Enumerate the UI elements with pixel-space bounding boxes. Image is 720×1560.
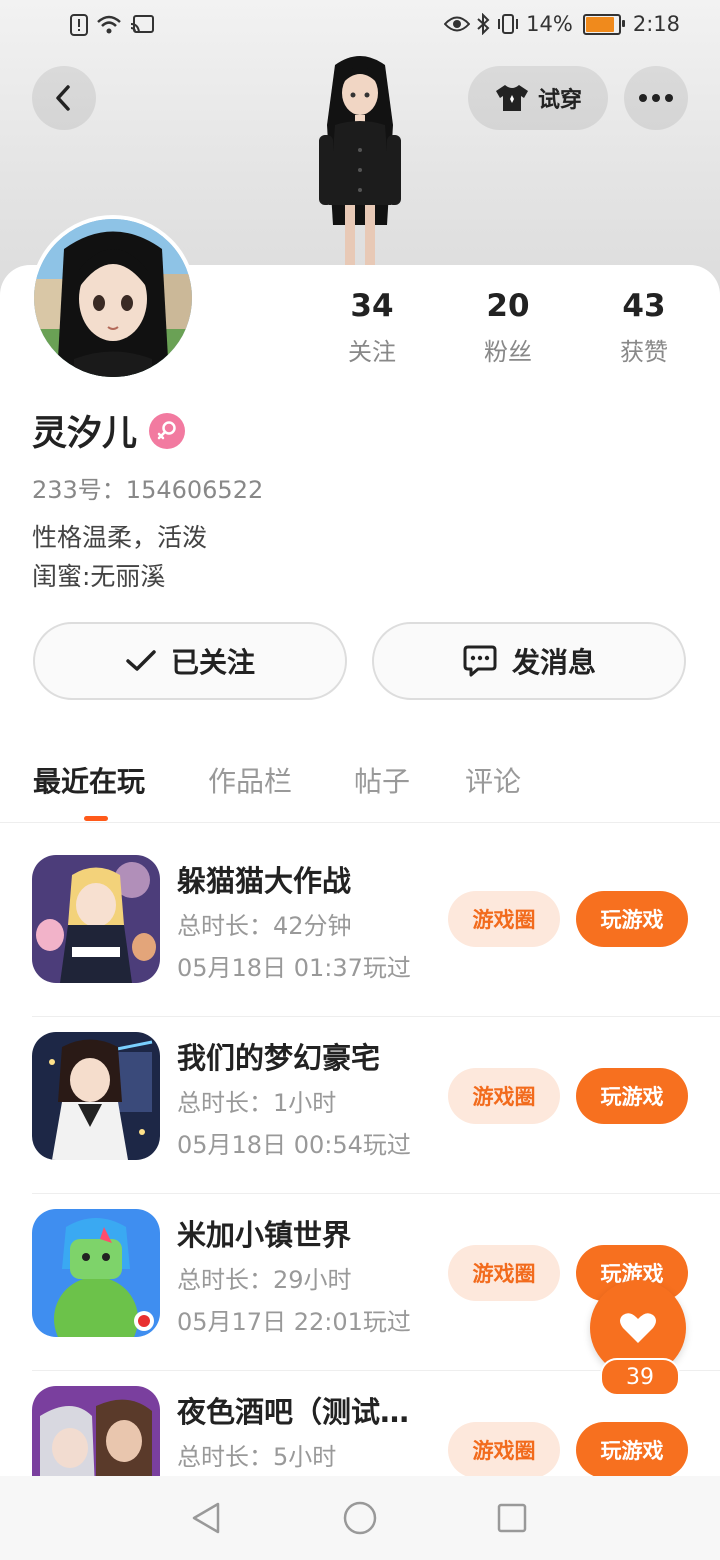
profile-avatar[interactable] [30, 215, 196, 381]
more-dots-icon [639, 94, 673, 102]
profile-tabs: 最近在玩 作品栏 帖子 评论 [0, 760, 720, 823]
try-on-label: 试穿 [537, 88, 582, 113]
bio-line-2: 闺蜜:无丽溪 [32, 562, 166, 591]
vibrate-icon [498, 14, 519, 34]
wifi-icon [97, 15, 121, 34]
profile-name: 灵汐儿 [32, 414, 138, 454]
name-row: 灵汐儿 [32, 405, 186, 456]
bio-line-1: 性格温柔，活泼 [32, 523, 208, 552]
message-button-label: 发消息 [511, 646, 596, 679]
status-bar: 14% 2:18 [0, 0, 720, 56]
tab-recently-played[interactable]: 最近在玩 [33, 760, 145, 800]
likes-stat[interactable]: 43 获赞 [584, 288, 704, 367]
female-gender-icon [149, 412, 186, 449]
likes-label: 获赞 [620, 338, 668, 366]
game-last-played: 05月18日 01:37玩过 [177, 954, 411, 982]
game-circle-button[interactable]: 游戏圈 [448, 1245, 560, 1301]
game-title: 躲猫猫大作战 [177, 864, 352, 898]
chat-bubble-icon [463, 645, 497, 677]
tshirt-icon [495, 85, 528, 111]
game-duration: 总时长：42分钟 [177, 912, 352, 940]
avatar-3d-figure [319, 56, 401, 265]
followers-count: 20 [486, 288, 530, 324]
game-last-played: 05月17日 22:01玩过 [177, 1308, 411, 1336]
status-bar-right: 14% 2:18 [444, 12, 680, 36]
likes-count: 43 [622, 288, 666, 324]
avatar-image [34, 219, 192, 377]
following-stat[interactable]: 34 关注 [312, 288, 432, 367]
game-list-item[interactable]: 我们的梦幻豪宅 总时长：1小时 05月18日 00:54玩过 游戏圈 玩游戏 [0, 1017, 720, 1194]
game-circle-button[interactable]: 游戏圈 [448, 1068, 560, 1124]
more-button[interactable] [624, 66, 688, 130]
battery-percent: 14% [526, 12, 573, 36]
nav-back-button[interactable] [186, 1498, 226, 1538]
game-last-played: 05月18日 00:54玩过 [177, 1131, 411, 1159]
follow-button[interactable]: 已关注 [33, 622, 347, 700]
tab-posts[interactable]: 帖子 [354, 760, 410, 800]
try-on-button[interactable]: 试穿 [468, 66, 608, 130]
play-game-button[interactable]: 玩游戏 [576, 1422, 688, 1478]
game-duration: 总时长：1小时 [177, 1089, 337, 1117]
system-nav-bar [0, 1476, 720, 1560]
tab-comments[interactable]: 评论 [465, 760, 521, 800]
user-id: 233号：154606522 [32, 476, 264, 504]
game-circle-button[interactable]: 游戏圈 [448, 1422, 560, 1478]
triangle-back-icon [192, 1502, 220, 1534]
status-time: 2:18 [632, 12, 680, 36]
cast-icon [130, 15, 154, 33]
status-bar-left [70, 14, 154, 36]
like-count-badge: 39 [600, 1358, 680, 1396]
eye-icon [444, 16, 471, 32]
bluetooth-icon [477, 13, 490, 35]
followers-stat[interactable]: 20 粉丝 [448, 288, 568, 367]
game-duration: 总时长：5小时 [177, 1443, 337, 1471]
back-button[interactable] [32, 66, 96, 130]
play-game-button[interactable]: 玩游戏 [576, 891, 688, 947]
nav-home-button[interactable] [340, 1498, 380, 1538]
alert-icon [70, 14, 88, 36]
game-icon-hide-and-seek[interactable] [32, 855, 160, 983]
heart-icon [620, 1313, 656, 1343]
active-tab-indicator [84, 816, 108, 821]
game-title: 米加小镇世界 [177, 1218, 352, 1252]
square-recents-icon [497, 1503, 527, 1533]
chevron-left-icon [56, 85, 70, 111]
checkmark-icon [126, 650, 156, 671]
game-duration: 总时长：29小时 [177, 1266, 352, 1294]
follow-button-label: 已关注 [170, 646, 255, 679]
game-circle-button[interactable]: 游戏圈 [448, 891, 560, 947]
battery-icon [582, 13, 625, 35]
game-title: 我们的梦幻豪宅 [177, 1041, 381, 1075]
following-label: 关注 [348, 338, 396, 366]
game-icon-miga-town[interactable] [32, 1209, 160, 1337]
circle-home-icon [343, 1501, 377, 1535]
message-button[interactable]: 发消息 [372, 622, 686, 700]
game-list-item[interactable]: 躲猫猫大作战 总时长：42分钟 05月18日 01:37玩过 游戏圈 玩游戏 [0, 840, 720, 1017]
game-icon-dream-mansion[interactable] [32, 1032, 160, 1160]
play-game-button[interactable]: 玩游戏 [576, 1068, 688, 1124]
nav-recents-button[interactable] [492, 1498, 532, 1538]
following-count: 34 [350, 288, 394, 324]
game-title: 夜色酒吧（测试… [177, 1395, 410, 1429]
followers-label: 粉丝 [484, 338, 532, 366]
tab-works[interactable]: 作品栏 [208, 760, 292, 800]
